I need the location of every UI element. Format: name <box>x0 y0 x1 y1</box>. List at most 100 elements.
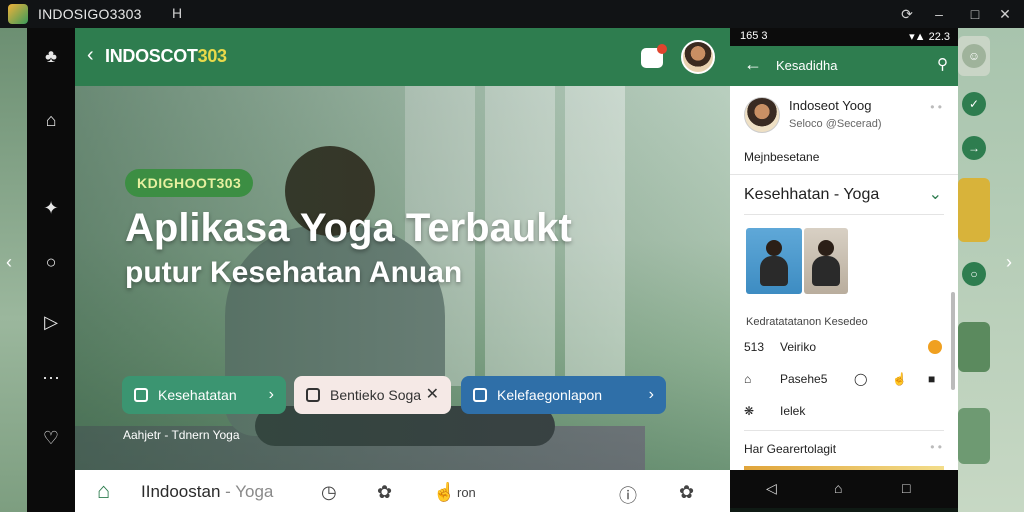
chip-yoga[interactable]: Bentieko Soga ✕ <box>294 376 451 414</box>
document-icon <box>306 388 320 402</box>
more-icon[interactable]: • • <box>930 100 942 114</box>
thumb-figure-head <box>766 240 782 256</box>
phone-header: ← Kesadidha ⚲ <box>730 46 958 86</box>
bottom-nav-label[interactable]: ron <box>457 485 476 500</box>
emulator-toolbar: ♣ ⌂ ✦ ○ ▷ ⋯ ♡ <box>27 28 75 512</box>
category-label: Kedratatatanon Kesedeo <box>746 316 868 328</box>
main-app-view: ‹ INDOSCOT303 KDIGHOOT303 Aplikasa Yoga … <box>75 28 730 512</box>
list-item[interactable]: 513 Veiriko <box>744 340 816 354</box>
more-section-title: Har Gearertolagit <box>744 442 837 456</box>
thumb-figure-body <box>812 256 840 286</box>
close-button[interactable]: ✕ <box>996 5 1014 23</box>
pin-icon[interactable]: ✦ <box>39 196 63 220</box>
status-icons: ▾▲ 22.3 <box>909 31 950 43</box>
more-icon[interactable]: • • <box>930 440 942 454</box>
app-logo-icon <box>8 4 28 24</box>
maximize-button[interactable]: □ <box>966 5 984 23</box>
scrollbar[interactable] <box>951 292 955 390</box>
list-item[interactable]: ⌂ Pasehe5 ◯ ☝ ■ <box>744 372 944 386</box>
shield-icon[interactable]: ♡ <box>39 426 63 450</box>
row-label: Pasehe5 <box>780 372 828 386</box>
chip-label: Kesehatatan <box>158 387 237 403</box>
chip-schedule[interactable]: Kelefaegonlapon › <box>461 376 666 414</box>
profile-description: Mejnbesetane <box>744 150 820 164</box>
calendar-icon <box>473 388 487 402</box>
home-icon[interactable]: ⌂ <box>97 478 123 504</box>
info-icon[interactable]: ⓘ <box>619 482 637 508</box>
bottom-brand-sub: - Yoga <box>220 482 274 501</box>
refresh-icon[interactable]: ⟳ <box>898 5 916 23</box>
chevron-right-icon: › <box>268 386 274 403</box>
profile-name: Indoseot Yoog <box>789 98 872 113</box>
hero-caption: Aahjetr - Tdnern Yoga <box>123 428 240 442</box>
chat-icon[interactable]: ■ <box>928 372 935 386</box>
phone-panel: 165 3 ▾▲ 22.3 ← Kesadidha ⚲ Indoseot Yoo… <box>730 28 958 506</box>
phone-title: Kesadidha <box>776 58 838 73</box>
status-badge <box>928 340 942 354</box>
chevron-right-icon[interactable]: › <box>1006 252 1012 273</box>
recents-icon[interactable]: □ <box>902 480 910 496</box>
row-label: Veiriko <box>780 340 817 354</box>
home-icon[interactable]: ⌂ <box>39 108 63 132</box>
more-icon[interactable]: ⋯ <box>39 366 63 390</box>
row-icon: 513 <box>744 340 765 354</box>
chevron-down-icon[interactable]: ⌄ <box>929 184 942 204</box>
search-icon[interactable]: ⚲ <box>937 55 948 73</box>
status-bar: 165 3 ▾▲ 22.3 <box>730 28 958 46</box>
bottom-brand-text: IIndoostan <box>141 482 221 501</box>
brand-logo: INDOSCOT303 <box>105 46 227 67</box>
chevron-right-icon: › <box>648 386 654 403</box>
divider <box>730 174 958 175</box>
home-icon[interactable]: ⌂ <box>834 480 842 496</box>
avatar[interactable] <box>744 97 780 133</box>
right-thumb-3[interactable] <box>958 408 990 464</box>
hero-badge: KDIGHOOT303 <box>125 169 254 197</box>
thumb-figure-body <box>760 256 788 286</box>
window-titlebar: INDOSIGO3303 H ⟳ ‒ □ ✕ <box>0 0 1024 28</box>
thumbs-up-icon[interactable]: ☝ <box>433 482 455 503</box>
brand-text: INDOSCOT <box>105 46 198 66</box>
puzzle-icon[interactable]: ✿ <box>377 482 392 503</box>
chip-health[interactable]: Kesehatatan › <box>122 376 286 414</box>
android-nav-bar: ◁ ⌂ □ <box>730 470 958 508</box>
bottom-brand: IIndoostan - Yoga <box>141 482 273 502</box>
close-icon[interactable]: ✕ <box>426 376 439 414</box>
thumb-figure-head <box>818 240 834 256</box>
puzzle-icon[interactable]: ✿ <box>679 482 694 503</box>
avatar[interactable] <box>681 40 715 74</box>
brand-number: 303 <box>197 46 227 66</box>
tab-h[interactable]: H <box>172 5 182 21</box>
thumbs-up-icon[interactable]: ☝ <box>892 372 907 386</box>
list-item[interactable]: ❋ Ielek <box>744 404 805 418</box>
right-thumb-2[interactable] <box>958 322 990 372</box>
check-icon[interactable]: ✓ <box>962 92 986 116</box>
thumbnail[interactable] <box>746 228 802 294</box>
arrow-right-icon[interactable]: → <box>962 136 986 160</box>
window-title: INDOSIGO3303 <box>38 6 142 22</box>
minimize-button[interactable]: ‒ <box>930 5 948 23</box>
back-icon[interactable]: ◁ <box>766 480 777 497</box>
chip-label: Kelefaegonlapon <box>497 387 603 403</box>
chevron-left-icon[interactable]: ‹ <box>6 252 12 273</box>
circle-icon[interactable]: ○ <box>962 262 986 286</box>
square-icon <box>134 388 148 402</box>
right-thumb-1[interactable] <box>958 178 990 242</box>
shield-icon[interactable]: ◯ <box>854 372 867 386</box>
hero-subtitle: putur Kesehatan Anuan <box>125 256 463 289</box>
clock-icon[interactable]: ◷ <box>321 482 337 503</box>
section-title: Kesehhatan - Yoga <box>744 186 880 203</box>
chip-label: Bentieko Soga <box>330 387 422 403</box>
emoji-icon[interactable]: ☺ <box>962 44 986 68</box>
circle-icon[interactable]: ○ <box>39 250 63 274</box>
thumbnail[interactable] <box>804 228 848 294</box>
volume-icon[interactable]: ▷ <box>39 310 63 334</box>
settings-icon: ❋ <box>744 404 755 418</box>
left-background-strip <box>0 28 27 512</box>
row-label: Ielek <box>780 404 806 418</box>
clover-logo-icon[interactable]: ♣ <box>39 44 63 68</box>
bottom-nav: ⌂ IIndoostan - Yoga ◷ ✿ ☝ ron ⓘ ✿ <box>75 470 730 512</box>
back-arrow-icon[interactable]: ← <box>744 54 762 75</box>
app-header: ‹ INDOSCOT303 <box>75 28 730 86</box>
back-icon[interactable]: ‹ <box>87 44 94 67</box>
profile-handle: Seloco @Secerad) <box>789 118 882 130</box>
